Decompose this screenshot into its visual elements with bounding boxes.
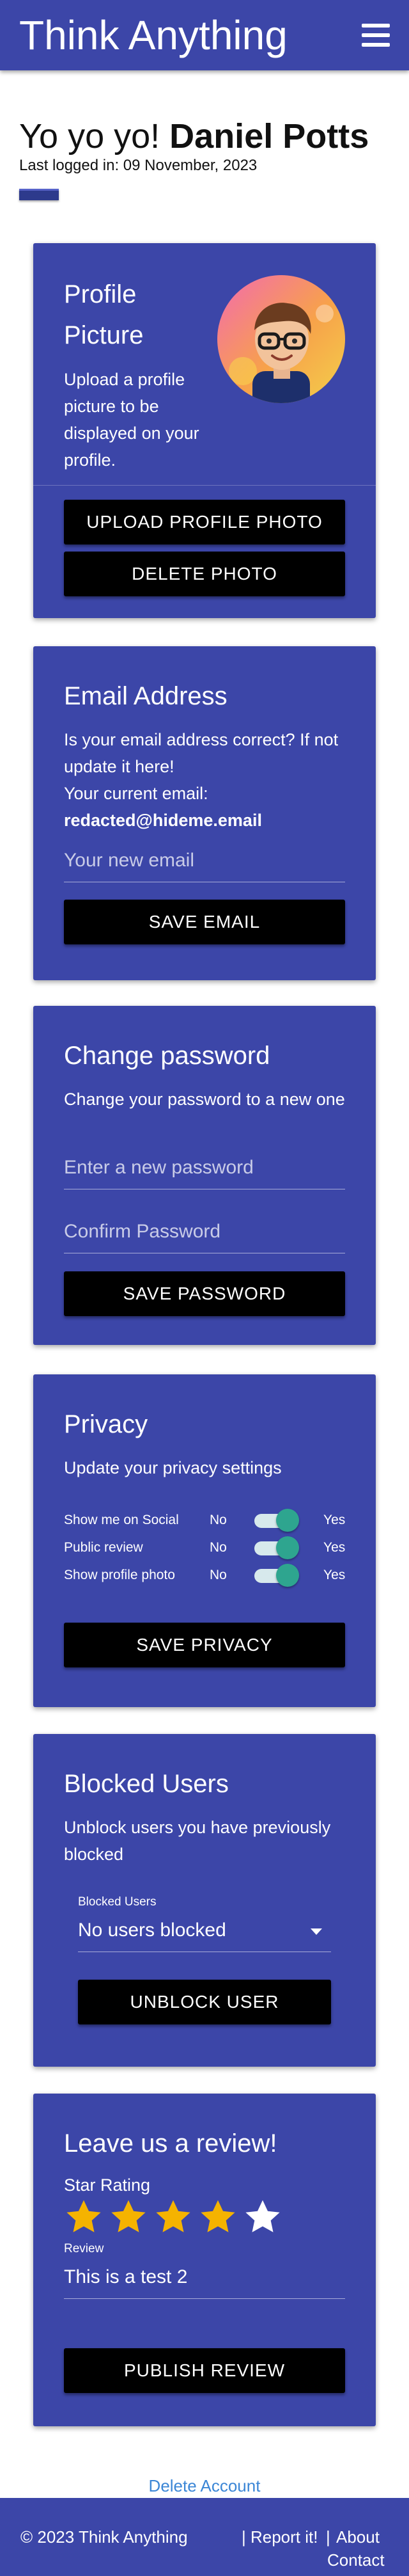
privacy-row-label: Show profile photo (64, 1568, 175, 1582)
brand-title[interactable]: Think Anything (19, 12, 288, 59)
profile-picture-card: Profile Picture Upload a profile picture… (33, 243, 376, 618)
email-card: Email Address Is your email address corr… (33, 646, 376, 980)
email-description: Is your email address correct? If not up… (64, 730, 339, 776)
delete-photo-button[interactable]: DELETE PHOTO (64, 552, 345, 596)
blocked-users-card: Blocked Users Unblock users you have pre… (33, 1734, 376, 2067)
toggle-knob (276, 1564, 299, 1587)
privacy-row-no: No (210, 1513, 227, 1527)
upload-photo-button[interactable]: UPLOAD PROFILE PHOTO (64, 500, 345, 545)
privacy-row-yes: Yes (323, 1540, 346, 1555)
current-email-value: redacted@hideme.email (64, 811, 262, 830)
hamburger-line (362, 43, 390, 47)
greeting-prefix: Yo yo yo! (19, 117, 170, 155)
toggle-knob (276, 1536, 299, 1559)
dropdown-caret-icon (311, 1928, 322, 1935)
greeting-heading: Yo yo yo! Daniel Potts (19, 116, 369, 156)
user-name: Daniel Potts (169, 117, 369, 155)
hamburger-line (362, 24, 390, 28)
public-review-toggle[interactable] (253, 1536, 299, 1559)
review-field-label: Review (64, 2242, 104, 2255)
privacy-description: Update your privacy settings (64, 1458, 282, 1477)
current-email-label: Your current email: (64, 784, 208, 803)
profile-title-line2: Picture (64, 321, 144, 349)
change-password-card: Change password Change your password to … (33, 1006, 376, 1345)
review-card: Leave us a review! Star Rating Review Th… (33, 2094, 376, 2426)
confirm-password-input[interactable]: Confirm Password (64, 1221, 345, 1253)
show-profile-photo-toggle[interactable] (253, 1564, 299, 1587)
review-title: Leave us a review! (64, 2129, 277, 2158)
privacy-row-label: Show me on Social (64, 1513, 179, 1527)
toggle-knob (276, 1509, 299, 1532)
privacy-row-show-profile-photo: Show profile photo No Yes (64, 1564, 345, 1587)
footer-contact-link[interactable]: Contact (327, 2550, 385, 2570)
footer: © 2023 Think Anything | Report it! | Abo… (0, 2498, 409, 2576)
blocked-description: Unblock users you have previously blocke… (64, 1818, 331, 1864)
last-logged-in: Last logged in: 09 November, 2023 (19, 157, 258, 174)
publish-review-button[interactable]: PUBLISH REVIEW (64, 2348, 345, 2393)
card-divider (33, 485, 376, 486)
star-filled-icon[interactable] (153, 2197, 193, 2237)
privacy-row-no: No (210, 1540, 227, 1555)
star-empty-icon[interactable] (243, 2197, 282, 2237)
privacy-row-show-on-social: Show me on Social No Yes (64, 1509, 345, 1532)
save-privacy-button[interactable]: SAVE PRIVACY (64, 1623, 345, 1667)
profile-title-line1: Profile (64, 280, 137, 308)
top-navbar: Think Anything (0, 0, 409, 70)
email-title: Email Address (64, 682, 228, 710)
footer-copyright: © 2023 Think Anything (20, 2527, 188, 2547)
hamburger-line (362, 33, 390, 37)
footer-report-link[interactable]: | Report it! (242, 2527, 318, 2547)
save-password-button[interactable]: SAVE PASSWORD (64, 1271, 345, 1316)
blocked-title: Blocked Users (64, 1770, 229, 1798)
star-filled-icon[interactable] (198, 2197, 238, 2237)
star-rating-label: Star Rating (64, 2175, 151, 2195)
privacy-row-no: No (210, 1568, 227, 1582)
footer-separator: | (326, 2527, 330, 2547)
blocked-users-select-label: Blocked Users (78, 1895, 157, 1909)
privacy-title: Privacy (64, 1410, 148, 1438)
new-password-input[interactable]: Enter a new password (64, 1157, 345, 1189)
new-email-input[interactable]: Your new email (64, 850, 345, 882)
password-description: Change your password to a new one (64, 1090, 345, 1109)
delete-account-link[interactable]: Delete Account (0, 2476, 409, 2496)
avatar[interactable] (217, 275, 345, 403)
privacy-row-yes: Yes (323, 1513, 346, 1527)
blocked-users-select[interactable]: No users blocked (78, 1920, 331, 1952)
profile-description: Upload a profile picture to be displayed… (64, 370, 199, 470)
star-filled-icon[interactable] (109, 2197, 148, 2237)
privacy-row-yes: Yes (323, 1568, 346, 1582)
save-email-button[interactable]: SAVE EMAIL (64, 900, 345, 944)
privacy-card: Privacy Update your privacy settings Sho… (33, 1374, 376, 1707)
collapsed-section-button[interactable] (19, 189, 59, 200)
footer-about-link[interactable]: About (336, 2527, 380, 2547)
show-on-social-toggle[interactable] (253, 1509, 299, 1532)
blocked-users-selected-value: No users blocked (78, 1920, 226, 1941)
review-text-input[interactable]: This is a test 2 (64, 2266, 345, 2299)
star-rating-control[interactable] (64, 2197, 282, 2237)
password-title: Change password (64, 1042, 270, 1070)
unblock-user-button[interactable]: UNBLOCK USER (78, 1980, 331, 2024)
star-filled-icon[interactable] (64, 2197, 104, 2237)
hamburger-menu-icon[interactable] (362, 24, 390, 47)
privacy-row-label: Public review (64, 1540, 143, 1555)
privacy-row-public-review: Public review No Yes (64, 1536, 345, 1559)
